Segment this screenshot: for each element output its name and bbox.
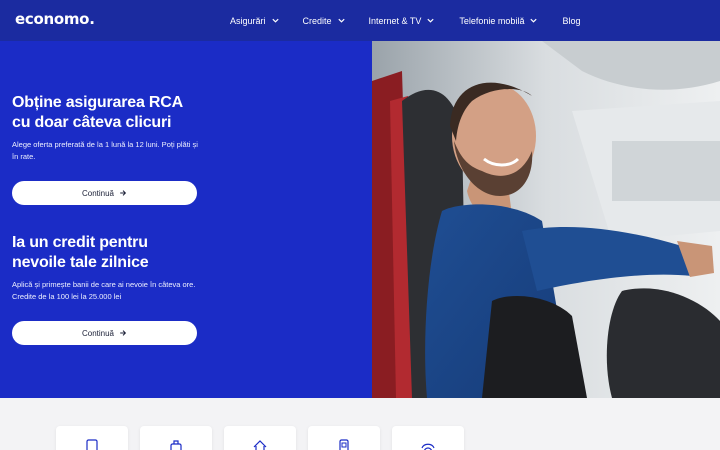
button-label: Continuă (81, 188, 115, 198)
nav-item-blog[interactable]: Blog (562, 16, 580, 26)
nav-item-credite[interactable]: Credite (303, 16, 346, 26)
nav-item-label: Telefonie mobilă (459, 15, 525, 26)
chevron-down-icon (530, 18, 538, 23)
nav-item-label: Credite (302, 15, 332, 26)
economo-logo[interactable]: economo. (15, 10, 95, 28)
button-label: Continuă (81, 328, 115, 338)
category-card[interactable] (308, 426, 380, 450)
hero-section: Obține asigurarea RCA cu doar câteva cli… (0, 41, 720, 398)
category-card[interactable] (392, 426, 464, 450)
chevron-down-icon (271, 18, 279, 23)
top-navigation-bar: economo. Asigurări Credite Internet & TV… (0, 0, 720, 41)
offer-title-line: Ia un credit pentru (12, 234, 148, 251)
offer-description: Alege oferta preferată de la 1 lună la 1… (12, 140, 198, 161)
offer-title: Ia un credit pentru nevoile tale zilnice (12, 233, 212, 273)
globe-icon (421, 443, 435, 450)
offer-title: Obține asigurarea RCA cu doar câteva cli… (12, 93, 212, 133)
continue-button[interactable]: Continuă (12, 321, 197, 345)
home-icon (253, 440, 267, 450)
nav-item-asigurari[interactable]: Asigurări (230, 16, 280, 26)
nav-item-telefonie-mobila[interactable]: Telefonie mobilă (459, 16, 538, 26)
offer-title-line: Obține asigurarea RCA (12, 94, 183, 111)
nav-item-label: Blog (562, 15, 581, 26)
phone-icon (339, 439, 349, 450)
chevron-down-icon (427, 18, 435, 23)
main-nav: Asigurări Credite Internet & TV Telefoni… (230, 0, 580, 41)
nav-item-internet-tv[interactable]: Internet & TV (369, 16, 436, 26)
category-card[interactable] (56, 426, 128, 450)
category-card[interactable] (224, 426, 296, 450)
document-icon (86, 439, 98, 450)
credit-offer: Ia un credit pentru nevoile tale zilnice… (12, 233, 212, 345)
arrow-right-icon (120, 330, 127, 336)
arrow-right-icon (120, 190, 127, 196)
offer-title-line: cu doar câteva clicuri (12, 114, 172, 131)
rca-insurance-offer: Obține asigurarea RCA cu doar câteva cli… (12, 93, 212, 205)
nav-item-label: Internet & TV (368, 15, 422, 26)
driver-illustration (372, 41, 720, 398)
smiling-driver-photo (372, 41, 720, 398)
category-cards-section (0, 398, 720, 450)
continue-button[interactable]: Continuă (12, 181, 197, 205)
offer-title-line: nevoile tale zilnice (12, 254, 149, 271)
luggage-icon (170, 440, 182, 450)
offer-description: Aplică și primește banii de care ai nevo… (12, 280, 196, 301)
chevron-down-icon (337, 18, 345, 23)
nav-item-label: Asigurări (230, 15, 266, 26)
category-card[interactable] (140, 426, 212, 450)
hero-offers-panel: Obține asigurarea RCA cu doar câteva cli… (0, 41, 372, 398)
